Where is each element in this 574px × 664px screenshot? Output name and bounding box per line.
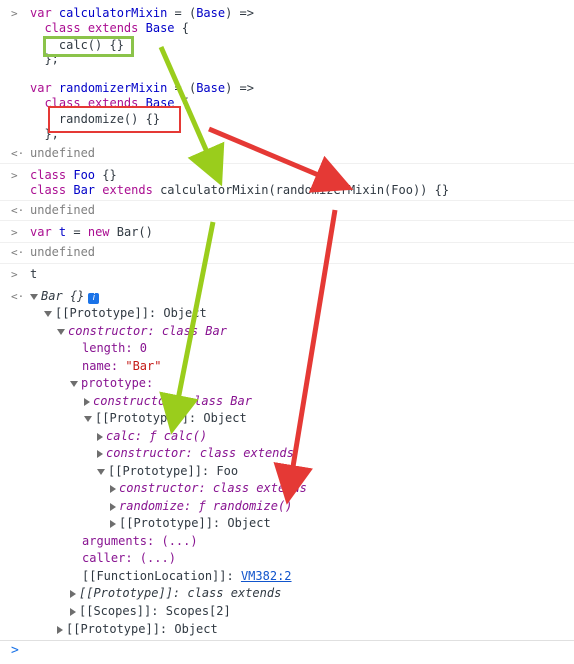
tree-node[interactable]: randomize: ƒ randomize(): [110, 499, 292, 514]
console-input-entry: > var t = new Bar(): [0, 221, 574, 243]
tree-node: [[FunctionLocation]]: VM382:2: [82, 569, 292, 583]
code-line[interactable]: t: [30, 267, 37, 282]
tree-node[interactable]: [[Prototype]]: class extends: [70, 586, 281, 601]
tree-node[interactable]: [[Prototype]]: Object: [57, 622, 218, 637]
expand-down-icon[interactable]: [97, 468, 105, 475]
result-value: undefined: [30, 245, 96, 259]
expand-right-icon[interactable]: [57, 625, 63, 634]
tree-node[interactable]: prototype:: [70, 376, 153, 391]
console-result-entry: <· undefined: [0, 242, 574, 264]
expand-right-icon[interactable]: [110, 519, 116, 528]
object-tree: <· Bar {} i [[Prototype]]: Object constru…: [0, 285, 574, 641]
code-line[interactable]: var randomizerMixin = (Base) =>: [30, 81, 254, 96]
expand-down-icon[interactable]: [44, 310, 52, 317]
tree-node[interactable]: calc: ƒ calc(): [97, 429, 207, 444]
highlight-box-red: [48, 106, 181, 133]
code-line[interactable]: var calculatorMixin = (Base) =>: [30, 6, 254, 21]
expand-right-icon[interactable]: [110, 484, 116, 493]
tree-node[interactable]: constructor: class Bar: [57, 324, 227, 339]
tree-root[interactable]: Bar {} i: [30, 289, 100, 304]
tree-node[interactable]: constructor: class extends: [110, 481, 307, 496]
result-arrow-icon: <·: [11, 290, 25, 303]
tree-node[interactable]: arguments: (...): [82, 534, 198, 549]
code-line[interactable]: class Foo {}: [30, 168, 117, 183]
code-line[interactable]: class Bar extends calculatorMixin(random…: [30, 183, 449, 198]
prompt-chevron-icon: >: [11, 226, 18, 239]
expand-down-icon[interactable]: [84, 415, 92, 422]
code-line[interactable]: var t = new Bar(): [30, 225, 153, 240]
prompt-chevron-icon: >: [11, 7, 18, 20]
tree-node[interactable]: [[Prototype]]: Object: [110, 516, 271, 531]
code-line[interactable]: class extends Base {: [30, 21, 189, 36]
expand-down-icon[interactable]: [57, 328, 65, 335]
function-location-link[interactable]: VM382:2: [241, 569, 292, 583]
tree-node: length: 0: [82, 341, 148, 355]
console-input-entry: > t: [0, 263, 574, 285]
devtools-console: > var calculatorMixin = (Base) => class …: [0, 0, 574, 664]
tree-node[interactable]: constructor: class Bar: [84, 394, 252, 409]
expand-right-icon[interactable]: [70, 589, 76, 598]
tree-node[interactable]: constructor: class extends: [97, 446, 294, 461]
prompt-chevron-icon: >: [11, 268, 18, 281]
result-value: undefined: [30, 203, 96, 217]
console-input-entry: > var calculatorMixin = (Base) => class …: [0, 0, 574, 70]
expand-down-icon[interactable]: [30, 293, 38, 300]
expand-down-icon[interactable]: [70, 380, 78, 387]
tree-node: name: "Bar": [82, 359, 162, 373]
result-arrow-icon: <·: [11, 246, 25, 259]
tree-node[interactable]: caller: (...): [82, 551, 176, 566]
console-input-entry: > class Foo {} class Bar extends calcula…: [0, 164, 574, 201]
console-result-entry: <· undefined: [0, 200, 574, 221]
expand-right-icon[interactable]: [97, 432, 103, 441]
tree-node[interactable]: [[Prototype]]: Object: [44, 306, 207, 321]
prompt-chevron-icon: >: [11, 169, 18, 182]
result-value: undefined: [30, 146, 96, 160]
result-arrow-icon: <·: [11, 204, 25, 217]
console-result-entry: <· undefined: [0, 143, 574, 164]
tree-node[interactable]: [[Prototype]]: Foo: [97, 464, 238, 479]
expand-right-icon[interactable]: [97, 449, 103, 458]
highlight-box-green: [43, 36, 134, 57]
expand-right-icon[interactable]: [70, 607, 76, 616]
result-arrow-icon: <·: [11, 147, 25, 160]
console-prompt-icon[interactable]: >: [11, 643, 19, 658]
info-icon[interactable]: i: [88, 293, 100, 304]
expand-right-icon[interactable]: [110, 502, 116, 511]
tree-node[interactable]: [[Scopes]]: Scopes[2]: [70, 604, 231, 619]
tree-node[interactable]: [[Prototype]]: Object: [84, 411, 247, 426]
expand-right-icon[interactable]: [84, 397, 90, 406]
